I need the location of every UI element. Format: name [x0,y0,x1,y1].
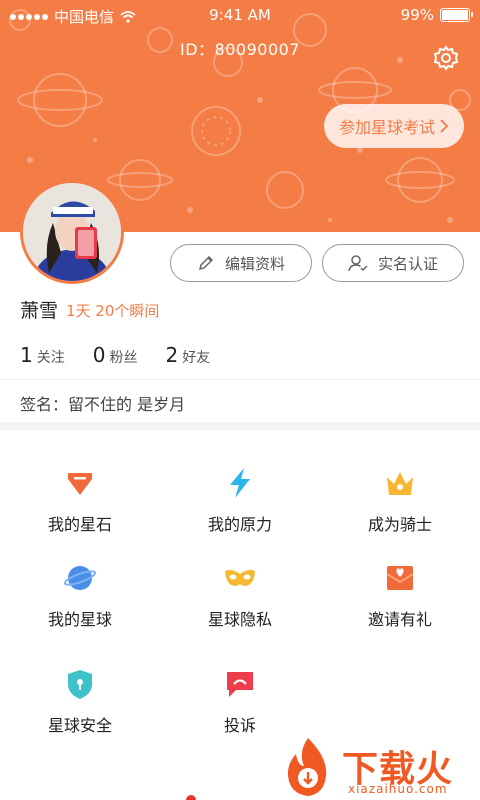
menu-item-planet-privacy[interactable]: 星球隐私 [160,562,320,652]
stat-label: 关注 [36,350,65,366]
battery-group: 99% [400,6,473,24]
gem-icon [68,473,92,495]
watermark-url: xiazaihuo.com [348,782,448,796]
menu-item-my-gems[interactable]: 我的星石 [0,467,160,557]
settings-gear-icon[interactable] [432,44,460,72]
stat-fans[interactable]: 0 粉丝 [93,343,138,367]
stats-row: 1 关注 0 粉丝 2 好友 [20,343,238,367]
join-exam-label: 参加星球考试 [338,118,435,137]
menu-item-label: 邀请有礼 [367,610,432,629]
shield-lock-icon [68,670,92,699]
crown-icon [387,472,413,495]
flame-logo-icon [287,738,327,796]
battery-icon [440,8,473,22]
menu-item-label: 成为骑士 [367,515,432,534]
menu-item-invite-gift[interactable]: 邀请有礼 [320,562,480,652]
stat-friends[interactable]: 2 好友 [165,343,210,367]
menu-item-label: 我的星石 [47,515,112,534]
chevron-right-icon [440,119,449,133]
user-id: ID：80090007 [180,40,300,59]
menu-item-label: 星球隐私 [207,610,272,629]
menu-item-become-knight[interactable]: 成为骑士 [320,467,480,557]
status-bar: 中国电信 9:41 AM 99% [0,0,480,30]
site-watermark: 下载火 xiazaihuo.com [278,736,474,800]
menu-item-planet-security[interactable]: 星球安全 [0,668,160,758]
real-name-verify-button[interactable]: 实名认证 [322,244,464,282]
real-name-verify-label: 实名认证 [377,254,438,273]
stat-count: 1 [20,343,33,367]
avatar[interactable] [20,180,124,284]
complaint-bubble-icon [227,672,253,697]
member-duration: 1天 20个瞬间 [66,302,160,320]
invite-envelope-icon [386,566,414,590]
mask-icon [225,570,255,586]
menu-item-label: 我的星球 [47,610,112,629]
menu-item-my-planet[interactable]: 我的星球 [0,562,160,652]
stat-label: 好友 [182,350,211,366]
signature-text: 签名：留不住的 是岁月 [20,395,186,414]
stat-count: 0 [92,343,106,367]
divider [0,379,480,380]
join-exam-button[interactable]: 参加星球考试 [324,104,464,148]
lightning-icon [230,468,250,498]
user-check-icon [348,255,368,272]
avatar-photo [23,183,121,281]
menu-item-label: 投诉 [223,716,256,735]
planet-icon [64,566,96,590]
menu-item-label: 星球安全 [47,716,112,735]
battery-percent: 99% [400,6,434,24]
notification-dot [186,795,196,800]
edit-profile-button[interactable]: 编辑资料 [170,244,312,282]
pencil-icon [198,255,214,271]
stat-following[interactable]: 1 关注 [20,343,65,367]
stat-count: 2 [165,343,179,367]
section-gap [0,422,480,430]
battery-fill [442,10,468,20]
stat-label: 粉丝 [109,350,138,366]
edit-profile-label: 编辑资料 [224,254,285,273]
menu-item-my-force[interactable]: 我的原力 [160,467,320,557]
menu-item-label: 我的原力 [207,515,272,534]
username: 萧雪 [20,300,59,322]
